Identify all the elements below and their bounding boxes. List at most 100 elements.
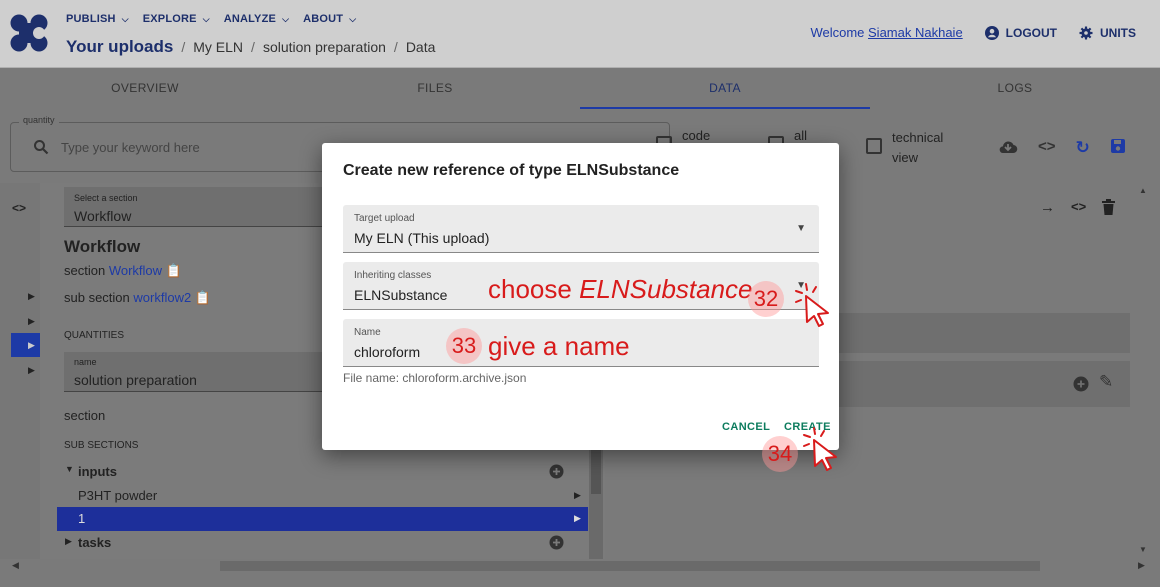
horizontal-scrollbar[interactable]: ◀ ▶	[0, 559, 1160, 573]
section-select[interactable]: Select a section Workflow	[64, 187, 354, 227]
detail-icons: → <>	[1040, 199, 1116, 216]
breadcrumb: Your uploads / My ELN / solution prepara…	[66, 37, 435, 57]
nav-analyze[interactable]: ANALYZE ⌵	[224, 13, 289, 25]
scrollbar[interactable]: ▲ ▼	[1136, 183, 1150, 559]
scroll-down-icon[interactable]: ▼	[1139, 545, 1147, 554]
breadcrumb-title[interactable]: Your uploads	[66, 37, 173, 57]
cancel-button[interactable]: CANCEL	[722, 421, 770, 433]
subsection-tasks[interactable]: ▶ tasks	[57, 532, 588, 556]
nav-publish[interactable]: PUBLISH ⌵	[66, 13, 129, 25]
step-badge-34: 34	[762, 436, 798, 472]
welcome-prefix: Welcome	[810, 25, 865, 40]
chevron-down-icon: ⌵	[121, 14, 129, 24]
rail-selected-item[interactable]: ▶	[11, 333, 40, 357]
save-icon[interactable]	[1110, 138, 1126, 154]
inheriting-classes-value: ELNSubstance	[354, 287, 448, 303]
units-button[interactable]: UNITS	[1079, 26, 1136, 40]
expand-arrow-icon[interactable]: ▶	[28, 316, 35, 327]
add-circle-icon[interactable]	[549, 535, 564, 550]
tab-files[interactable]: FILES	[290, 69, 580, 109]
nav-about[interactable]: ABOUT ⌵	[303, 13, 356, 25]
scroll-left-icon[interactable]: ◀	[12, 560, 19, 571]
add-circle-icon[interactable]	[1073, 376, 1089, 392]
subsections-header: SUB SECTIONS	[64, 440, 139, 451]
section-row-label: section	[64, 263, 106, 278]
code-icon[interactable]: <>	[1071, 199, 1086, 216]
breadcrumb-item[interactable]: My ELN	[193, 39, 243, 55]
chevron-down-icon: ⌵	[349, 14, 357, 24]
scrollbar-thumb[interactable]	[591, 444, 601, 494]
arrow-right-icon[interactable]: →	[1040, 199, 1055, 216]
all-checkbox-label: all	[794, 128, 808, 143]
search-icon	[34, 140, 49, 155]
dialog-title: Create new reference of type ELNSubstanc…	[343, 162, 680, 179]
technical-view-label-line1: technical	[892, 130, 944, 145]
target-upload-value: My ELN (This upload)	[354, 230, 490, 246]
expand-arrow-icon[interactable]: ▶	[28, 291, 35, 302]
section-text: section	[64, 408, 106, 423]
name-input-label: Name	[354, 327, 381, 338]
clipboard-icon[interactable]: 📋	[166, 263, 182, 278]
target-upload-select[interactable]: Target upload My ELN (This upload) ▼	[343, 205, 819, 253]
tab-logs[interactable]: LOGS	[870, 69, 1160, 109]
delete-icon[interactable]	[1102, 199, 1116, 215]
step-badge-32: 32	[748, 281, 784, 317]
section-link[interactable]: Workflow	[109, 263, 162, 278]
subsection-row-label: sub section	[64, 290, 130, 305]
code-checkbox-label: code	[682, 128, 711, 143]
name-input[interactable]: chloroform	[354, 344, 420, 360]
nav-explore[interactable]: EXPLORE ⌵	[143, 13, 210, 25]
list-item[interactable]: P3HT powder ▶	[57, 484, 588, 508]
search-label: quantity	[19, 115, 59, 125]
chevron-down-icon: ⌵	[282, 14, 290, 24]
subsection-row: sub section workflow2 📋	[64, 290, 211, 306]
code-icon[interactable]: <>	[1038, 138, 1056, 158]
app-logo[interactable]	[10, 14, 48, 52]
dropdown-arrow-icon: ▼	[796, 223, 806, 234]
reload-icon[interactable]: ↻	[1076, 138, 1090, 158]
units-label: UNITS	[1100, 25, 1136, 40]
navigation-rail: <> ▶ ▶ ▶	[0, 183, 40, 559]
cursor-click-icon	[795, 283, 829, 327]
logout-button[interactable]: LOGOUT	[984, 25, 1057, 40]
code-icon[interactable]: <>	[12, 201, 26, 215]
name-field-label: name	[74, 357, 97, 367]
section-select-label: Select a section	[74, 193, 138, 203]
welcome-text: Welcome Siamak Nakhaie	[810, 25, 962, 40]
step-badge-33: 33	[446, 328, 482, 364]
annotation-give-name: give a name	[488, 331, 630, 361]
subsection-link[interactable]: workflow2	[133, 290, 191, 305]
tab-data[interactable]: DATA	[580, 69, 870, 109]
checkbox-box	[866, 138, 882, 154]
tab-overview[interactable]: OVERVIEW	[0, 69, 290, 109]
list-item-selected[interactable]: 1 ▶	[57, 507, 588, 531]
tab-bar: OVERVIEW FILES DATA LOGS	[0, 69, 1160, 109]
logout-label: LOGOUT	[1005, 25, 1057, 40]
breadcrumb-separator: /	[251, 39, 255, 55]
cloud-download-icon[interactable]	[998, 138, 1018, 156]
subsection-inputs[interactable]: ▼ inputs	[57, 460, 588, 484]
scrollbar-thumb[interactable]	[220, 561, 1040, 571]
name-field[interactable]: name solution preparation	[64, 352, 354, 392]
search-input[interactable]: Type your keyword here	[61, 140, 200, 155]
scroll-up-icon[interactable]: ▲	[1139, 186, 1147, 195]
annotation-choose-prefix: choose	[488, 274, 580, 304]
inheriting-classes-label: Inheriting classes	[354, 270, 432, 281]
expand-arrow-icon[interactable]: ▶	[28, 365, 35, 376]
section-heading: Workflow	[64, 237, 141, 256]
edit-icon[interactable]: ✎	[1099, 372, 1113, 392]
detail-field[interactable]: ✎	[835, 361, 1130, 407]
scroll-right-icon[interactable]: ▶	[1138, 560, 1145, 571]
user-name-link[interactable]: Siamak Nakhaie	[868, 25, 963, 40]
cursor-click-icon	[803, 427, 837, 471]
scrollbar[interactable]	[589, 440, 603, 559]
add-circle-icon[interactable]	[549, 464, 564, 479]
account-circle-icon	[984, 25, 999, 40]
target-upload-label: Target upload	[354, 213, 415, 224]
section-row: section Workflow 📋	[64, 263, 182, 279]
top-nav: PUBLISH ⌵ EXPLORE ⌵ ANALYZE ⌵ ABOUT ⌵	[66, 13, 356, 25]
breadcrumb-item[interactable]: solution preparation	[263, 39, 386, 55]
detail-field[interactable]	[835, 313, 1130, 353]
technical-view-checkbox[interactable]: technical view	[866, 128, 943, 168]
clipboard-icon[interactable]: 📋	[195, 290, 211, 305]
